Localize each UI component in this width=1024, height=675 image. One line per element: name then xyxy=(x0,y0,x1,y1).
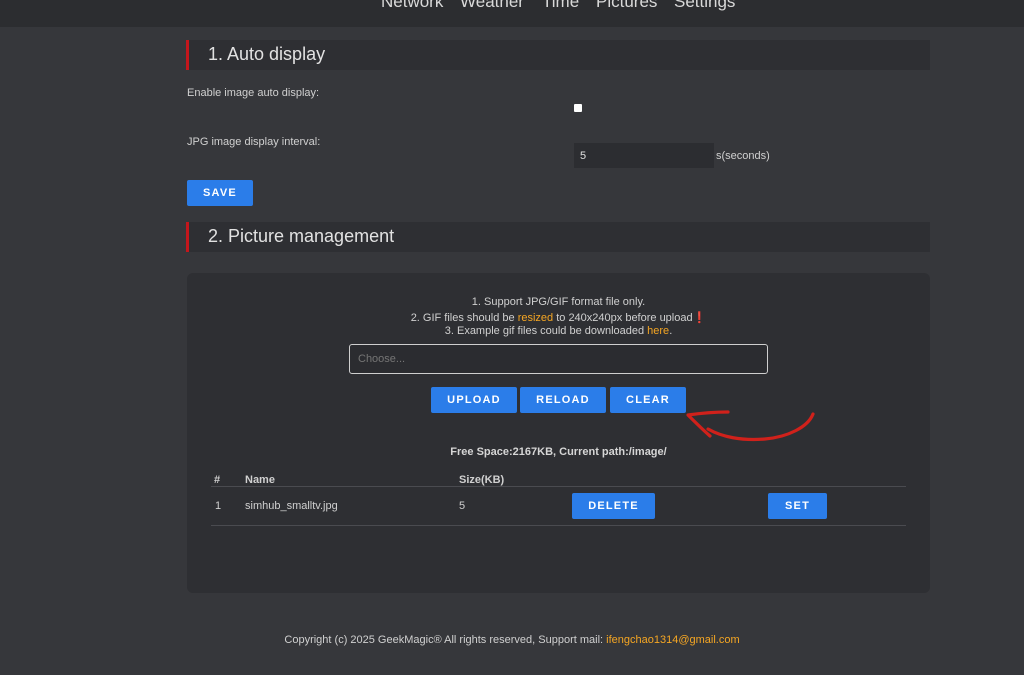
note-line-1-text: 1. Support JPG/GIF format file only. xyxy=(471,296,646,308)
nav-item-pictures[interactable]: Pictures xyxy=(596,0,657,12)
nav-item-network[interactable]: Network xyxy=(381,0,443,12)
enable-auto-display-checkbox[interactable] xyxy=(574,104,582,112)
note-line-3: 3. Example gif files could be downloaded… xyxy=(187,325,930,337)
table-header-name: Name xyxy=(245,474,275,486)
clear-button[interactable]: CLEAR xyxy=(610,387,686,413)
note-line-1: 1. Support JPG/GIF format file only. xyxy=(187,296,930,308)
set-button[interactable]: SET xyxy=(768,493,827,519)
red-arrow-annotation xyxy=(686,410,815,442)
note-line-2-prefix: 2. GIF files should be xyxy=(410,312,518,324)
table-header-divider xyxy=(211,486,906,487)
row-size: 5 xyxy=(459,500,466,512)
reload-button[interactable]: RELOAD xyxy=(520,387,606,413)
note-line-2: 2. GIF files should be resized to 240x24… xyxy=(187,311,930,324)
enable-auto-display-label: Enable image auto display: xyxy=(187,87,320,99)
note-line-3-suffix: . xyxy=(669,325,673,337)
file-choose-input[interactable] xyxy=(349,344,768,374)
free-space-info: Free Space:2167KB, Current path:/image/ xyxy=(450,446,667,458)
resized-link[interactable]: resized xyxy=(518,312,553,324)
footer: Copyright (c) 2025 GeekMagic® All rights… xyxy=(0,634,1024,646)
note-line-2-suffix: to 240x240px before upload❗ xyxy=(553,312,707,324)
footer-copyright: Copyright (c) 2025 GeekMagic® All rights… xyxy=(284,634,607,646)
interval-input[interactable] xyxy=(574,143,714,168)
picture-management-header: 2. Picture management xyxy=(186,222,930,252)
here-link[interactable]: here xyxy=(647,325,669,337)
upload-button[interactable]: UPLOAD xyxy=(431,387,517,413)
table-header-size: Size(KB) xyxy=(459,474,505,486)
auto-display-title: 1. Auto display xyxy=(208,44,326,64)
nav-item-weather[interactable]: Weather xyxy=(460,0,524,12)
support-email-link[interactable]: ifengchao1314@gmail.com xyxy=(606,634,739,646)
nav-item-settings[interactable]: Settings xyxy=(674,0,735,12)
row-file-name-link[interactable]: simhub_smalltv.jpg xyxy=(245,500,338,512)
save-button[interactable]: SAVE xyxy=(187,180,253,206)
auto-display-header: 1. Auto display xyxy=(186,40,930,70)
row-index: 1 xyxy=(215,500,222,512)
top-nav: Network Weather Time Pictures Settings xyxy=(0,0,1024,27)
table-row-divider xyxy=(211,525,906,526)
interval-label: JPG image display interval: xyxy=(187,136,321,148)
interval-unit: s(seconds) xyxy=(716,150,770,162)
table-header-index: # xyxy=(214,474,221,486)
note-line-3-prefix: 3. Example gif files could be downloaded xyxy=(444,325,648,337)
delete-button[interactable]: DELETE xyxy=(572,493,655,519)
picture-management-title: 2. Picture management xyxy=(208,226,395,246)
nav-item-time[interactable]: Time xyxy=(542,0,579,12)
